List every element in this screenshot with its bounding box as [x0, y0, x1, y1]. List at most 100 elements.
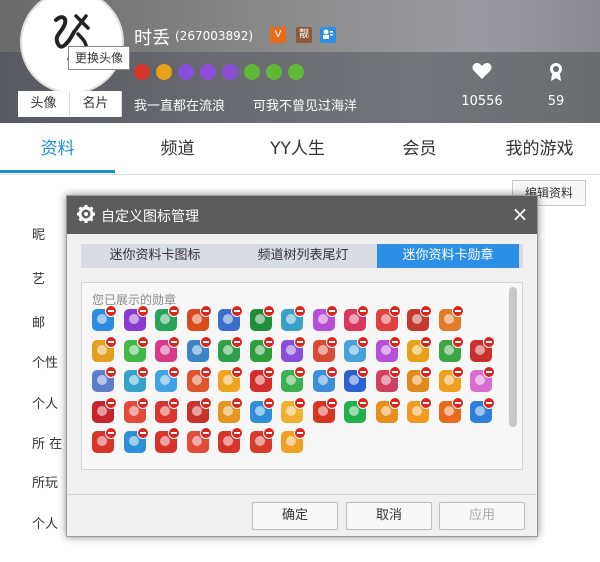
medal-badge[interactable]	[407, 396, 432, 423]
medal-badge[interactable]	[438, 305, 464, 331]
medal-badge[interactable]	[186, 366, 212, 392]
remove-medal-icon[interactable]	[357, 305, 369, 317]
remove-medal-icon[interactable]	[325, 305, 338, 317]
remove-medal-icon[interactable]	[388, 366, 401, 378]
medal-badge[interactable]	[218, 335, 243, 362]
remove-medal-icon[interactable]	[420, 366, 432, 378]
medal-badge[interactable]	[407, 366, 432, 392]
remove-medal-icon[interactable]	[168, 396, 180, 409]
remove-medal-icon[interactable]	[136, 396, 149, 409]
medal-badge[interactable]	[312, 305, 338, 331]
remove-medal-icon[interactable]	[388, 335, 401, 348]
fans-stat[interactable]: 59	[521, 62, 591, 109]
remove-medal-icon[interactable]	[231, 427, 243, 439]
remove-medal-icon[interactable]	[168, 335, 180, 348]
remove-medal-icon[interactable]	[262, 305, 275, 317]
medal-badge[interactable]	[92, 366, 117, 392]
medal-badge[interactable]	[155, 335, 180, 362]
remove-medal-icon[interactable]	[105, 396, 117, 409]
remove-medal-icon[interactable]	[262, 335, 275, 348]
medal-badge[interactable]	[344, 305, 369, 331]
medal-badge[interactable]	[155, 366, 180, 392]
remove-medal-icon[interactable]	[420, 396, 432, 409]
medal-badge[interactable]	[344, 396, 369, 423]
remove-medal-icon[interactable]	[451, 366, 464, 378]
medal-badge[interactable]	[218, 366, 243, 392]
remove-medal-icon[interactable]	[294, 396, 306, 409]
medal-badge[interactable]	[123, 335, 149, 362]
purple-medal-icon[interactable]	[222, 64, 238, 80]
medal-badge[interactable]	[344, 335, 369, 362]
contact-card-icon[interactable]	[320, 27, 336, 43]
remove-medal-icon[interactable]	[294, 305, 306, 317]
medal-badge[interactable]	[92, 305, 117, 331]
remove-medal-icon[interactable]	[199, 396, 212, 409]
medal-badge[interactable]	[281, 427, 306, 453]
remove-medal-icon[interactable]	[231, 396, 243, 409]
likes-stat[interactable]: 10556	[447, 62, 517, 109]
remove-medal-icon[interactable]	[136, 366, 149, 378]
remove-medal-icon[interactable]	[136, 335, 149, 348]
medal-badge[interactable]	[375, 335, 401, 362]
remove-medal-icon[interactable]	[420, 305, 432, 317]
remove-medal-icon[interactable]	[199, 427, 212, 439]
remove-medal-icon[interactable]	[294, 427, 306, 439]
tab-mini-card-icons[interactable]: 迷你资料卡图标	[81, 244, 229, 268]
remove-medal-icon[interactable]	[168, 305, 180, 317]
remove-medal-icon[interactable]	[388, 396, 401, 409]
cancel-button[interactable]: 取消	[346, 502, 432, 530]
remove-medal-icon[interactable]	[199, 335, 212, 348]
medal-badge[interactable]	[249, 427, 275, 453]
remove-medal-icon[interactable]	[420, 335, 432, 348]
remove-medal-icon[interactable]	[105, 427, 117, 439]
medal-badge[interactable]	[218, 396, 243, 423]
medal-badge[interactable]	[470, 335, 495, 362]
remove-medal-icon[interactable]	[231, 305, 243, 317]
medal-badge[interactable]	[470, 396, 495, 423]
close-icon[interactable]: ×	[510, 202, 530, 226]
medal-badge[interactable]	[470, 366, 495, 392]
purple-medal-icon[interactable]	[178, 64, 194, 80]
remove-medal-icon[interactable]	[294, 366, 306, 378]
medal-badge[interactable]	[249, 366, 275, 392]
purple-medal-icon[interactable]	[200, 64, 216, 80]
medal-badge[interactable]	[92, 335, 117, 362]
medal-badge[interactable]	[218, 427, 243, 453]
remove-medal-icon[interactable]	[199, 366, 212, 378]
remove-medal-icon[interactable]	[325, 335, 338, 348]
remove-medal-icon[interactable]	[483, 396, 495, 409]
remove-medal-icon[interactable]	[357, 396, 369, 409]
medal-badge[interactable]	[407, 335, 432, 362]
tab-profile[interactable]: 资料	[0, 123, 115, 175]
remove-medal-icon[interactable]	[294, 335, 306, 348]
medal-badge[interactable]	[281, 396, 306, 423]
medal-badge[interactable]	[375, 396, 401, 423]
medal-badge[interactable]	[92, 396, 117, 423]
medal-badge[interactable]	[186, 396, 212, 423]
medal-badge[interactable]	[123, 396, 149, 423]
leaf-medal-icon[interactable]	[288, 64, 304, 80]
remove-medal-icon[interactable]	[451, 335, 464, 348]
medal-badge[interactable]	[312, 366, 338, 392]
medal-badge[interactable]	[312, 396, 338, 423]
tab-mini-card-medals[interactable]: 迷你资料卡勋章	[377, 244, 519, 268]
vip-badge[interactable]: V	[270, 27, 286, 43]
medal-badge[interactable]	[186, 427, 212, 453]
medal-badge[interactable]	[281, 305, 306, 331]
remove-medal-icon[interactable]	[136, 305, 149, 317]
medal-badge[interactable]	[375, 305, 401, 331]
tab-member[interactable]: 会员	[362, 123, 477, 175]
leaf-medal-icon[interactable]	[244, 64, 260, 80]
remove-medal-icon[interactable]	[483, 366, 495, 378]
remove-medal-icon[interactable]	[483, 335, 495, 348]
leaf-medal-icon[interactable]	[266, 64, 282, 80]
medal-badge[interactable]	[123, 305, 149, 331]
remove-medal-icon[interactable]	[136, 427, 149, 439]
medal-badge[interactable]	[155, 396, 180, 423]
medal-badge[interactable]	[249, 396, 275, 423]
medal-badge[interactable]	[438, 396, 464, 423]
remove-medal-icon[interactable]	[105, 366, 117, 378]
tag-badge[interactable]: 靓	[296, 27, 312, 43]
remove-medal-icon[interactable]	[262, 427, 275, 439]
medal-badge[interactable]	[123, 427, 149, 453]
